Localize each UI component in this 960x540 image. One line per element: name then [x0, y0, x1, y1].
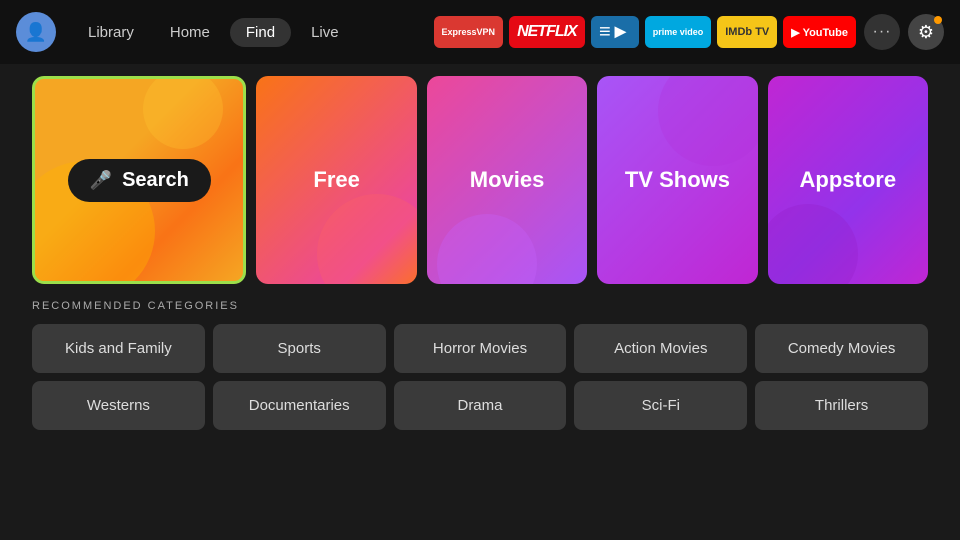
recommended-title: RECOMMENDED CATEGORIES [32, 300, 928, 312]
appstore-label: Appstore [800, 167, 897, 193]
tile-free[interactable]: Free [256, 76, 416, 284]
category-westerns[interactable]: Westerns [32, 381, 205, 430]
category-sports[interactable]: Sports [213, 324, 386, 373]
category-comedy-movies[interactable]: Comedy Movies [755, 324, 928, 373]
tile-appstore[interactable]: Appstore [768, 76, 928, 284]
app-netflix[interactable]: NETFLIX [509, 16, 585, 48]
app-freevee[interactable]: ≡► [591, 16, 639, 48]
movies-label: Movies [470, 167, 545, 193]
nav-home[interactable]: Home [154, 18, 226, 47]
nav-links: Library Home Find Live [72, 18, 355, 47]
recommended-section: RECOMMENDED CATEGORIES Kids and Family S… [0, 284, 960, 430]
category-grid: Kids and Family Sports Horror Movies Act… [32, 324, 928, 430]
app-imdb[interactable]: IMDb TV [717, 16, 777, 48]
search-pill: 🎤 Search [68, 159, 211, 202]
app-expressvpn[interactable]: ExpressVPN [434, 16, 504, 48]
avatar[interactable]: 👤 [16, 12, 56, 52]
settings-notification-dot [934, 16, 942, 24]
category-action-movies[interactable]: Action Movies [574, 324, 747, 373]
app-youtube[interactable]: ▶ YouTube [783, 16, 856, 48]
nav-library[interactable]: Library [72, 18, 150, 47]
tile-search[interactable]: 🎤 Search [32, 76, 246, 284]
avatar-icon: 👤 [25, 22, 47, 43]
category-kids-and-family[interactable]: Kids and Family [32, 324, 205, 373]
tvshows-label: TV Shows [625, 167, 730, 193]
category-drama[interactable]: Drama [394, 381, 567, 430]
tile-tvshows[interactable]: TV Shows [597, 76, 757, 284]
app-prime[interactable]: prime video [645, 16, 712, 48]
category-documentaries[interactable]: Documentaries [213, 381, 386, 430]
settings-button[interactable]: ⚙ [908, 14, 944, 50]
nav-find[interactable]: Find [230, 18, 291, 47]
settings-icon: ⚙ [918, 22, 934, 43]
category-sci-fi[interactable]: Sci-Fi [574, 381, 747, 430]
category-thrillers[interactable]: Thrillers [755, 381, 928, 430]
category-horror-movies[interactable]: Horror Movies [394, 324, 567, 373]
free-label: Free [313, 167, 359, 193]
nav-live[interactable]: Live [295, 18, 355, 47]
mic-icon: 🎤 [90, 170, 112, 191]
more-button[interactable]: ··· [864, 14, 900, 50]
search-label: Search [122, 169, 189, 192]
tiles-section: 🎤 Search Free Movies TV Shows Appstore [0, 64, 960, 284]
tile-movies[interactable]: Movies [427, 76, 587, 284]
top-nav: 👤 Library Home Find Live ExpressVPN NETF… [0, 0, 960, 64]
app-icons: ExpressVPN NETFLIX ≡► prime video IMDb T… [434, 16, 856, 48]
